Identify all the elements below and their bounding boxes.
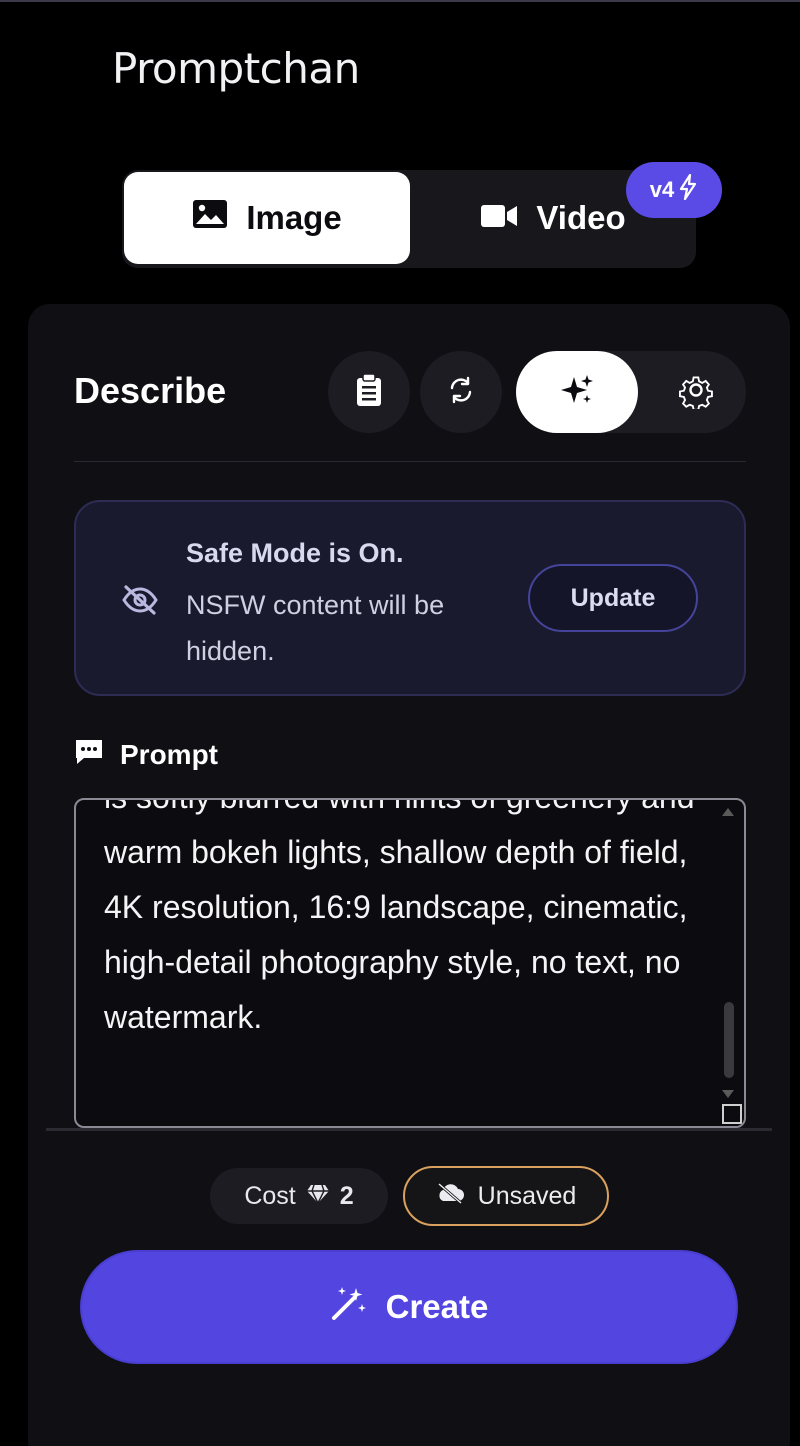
cost-indicator: Cost 2 [210,1168,388,1224]
prompt-label-row: Prompt [74,738,218,771]
create-button[interactable]: Create [80,1250,738,1364]
scroll-down-arrow-icon[interactable] [722,1090,734,1098]
create-button-label: Create [385,1288,489,1325]
update-safe-mode-button[interactable]: Update [528,564,698,632]
mode-switch: Image Video [122,170,696,268]
refresh-button[interactable] [420,351,502,433]
footer-divider [46,1128,772,1131]
clipboard-icon [355,372,383,412]
gear-icon [677,371,715,414]
video-camera-icon [480,199,518,237]
lightning-icon [678,173,698,206]
refresh-icon [446,375,476,410]
version-badge: v4 [626,162,722,218]
window-top-border [0,0,800,2]
version-badge-label: v4 [649,177,675,202]
scroll-up-arrow-icon[interactable] [722,808,734,816]
image-icon [192,199,228,237]
prompt-text: is softly blurred with hints of greenery… [104,800,695,1035]
tab-image[interactable]: Image [124,172,410,264]
tab-video-label: Video [536,199,626,236]
magic-enhance-button[interactable] [516,351,638,433]
prompt-label: Prompt [120,738,218,770]
chat-bubble-icon [74,738,104,771]
sparkles-icon [560,373,594,412]
unsaved-status-button[interactable]: Unsaved [403,1166,609,1226]
unsaved-label: Unsaved [477,1181,577,1210]
tab-image-label: Image [246,199,342,236]
section-divider [74,461,746,462]
settings-button[interactable] [646,351,746,433]
safe-mode-title: Safe Mode is On. [186,538,404,568]
safe-mode-description: NSFW content will be hidden. [186,590,445,666]
gem-icon [306,1182,330,1211]
magic-wand-icon [330,1284,368,1330]
scroll-thumb[interactable] [724,1002,734,1078]
describe-heading: Describe [74,370,227,411]
enhance-toggle-group [516,351,746,433]
textarea-resize-handle[interactable] [722,1104,742,1124]
prompt-scrollbar[interactable] [722,802,742,1126]
safe-mode-notice: Safe Mode is On. NSFW content will be hi… [74,500,746,696]
brand-logo: Promptchan [112,44,360,93]
cost-label: Cost [244,1181,296,1210]
cloud-slash-icon [436,1182,464,1211]
eye-slash-icon [120,584,160,621]
cost-value: 2 [339,1181,354,1210]
templates-button[interactable] [328,351,410,433]
prompt-textarea[interactable]: is softly blurred with hints of greenery… [74,798,746,1128]
